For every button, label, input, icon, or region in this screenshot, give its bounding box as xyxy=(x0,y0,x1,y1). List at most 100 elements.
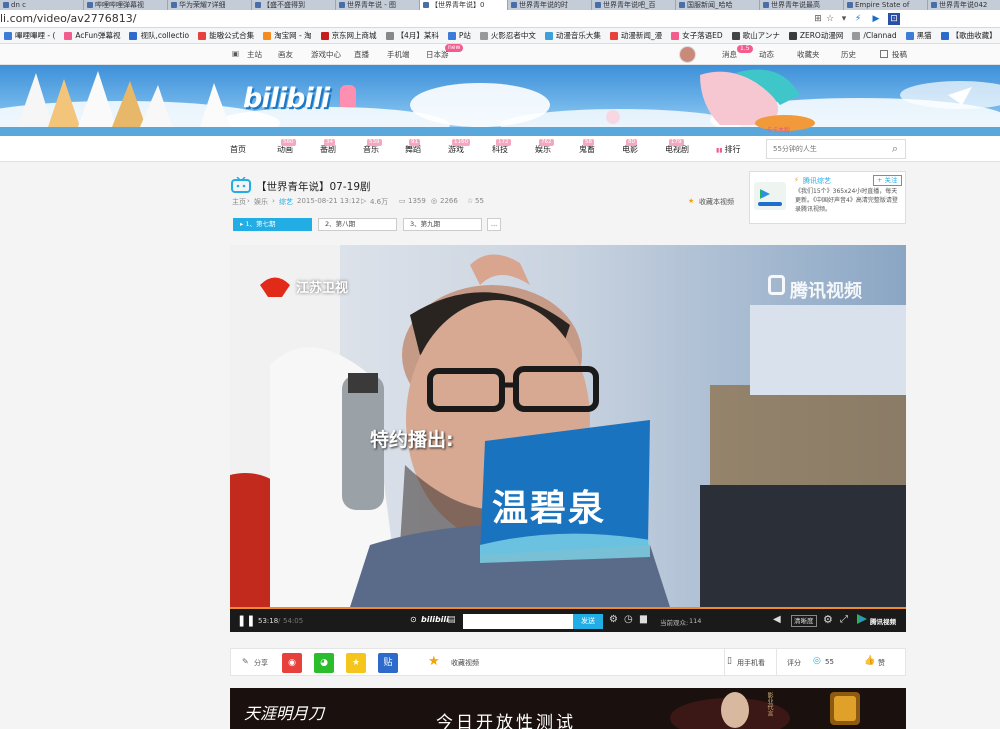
avatar[interactable] xyxy=(679,46,696,63)
wechat-share-button[interactable]: ◕ xyxy=(314,653,334,673)
send-button[interactable]: 发送 xyxy=(573,614,603,629)
main-nav-item[interactable]: 电视剧 179 xyxy=(665,139,689,155)
thumb-up-icon[interactable]: 👍 xyxy=(864,656,875,666)
main-nav-item[interactable]: 动画 560 xyxy=(277,139,296,155)
bookmark-item[interactable]: 火影忍者中文 xyxy=(476,30,541,41)
bookmark-item[interactable]: 【歌曲收藏】 xyxy=(937,30,1000,41)
main-nav-item[interactable]: 游戏 1160 xyxy=(448,139,470,155)
grid-icon[interactable]: ⊞ xyxy=(812,13,824,25)
like-button[interactable]: 赞 xyxy=(878,658,885,668)
collect-button[interactable]: 收藏视频 xyxy=(451,658,479,668)
topnav-item[interactable]: 游戏中心 xyxy=(311,49,341,60)
browser-tab[interactable]: 世界青年说的时 xyxy=(508,0,592,10)
episode-tab-2[interactable]: 2、第八期 xyxy=(318,218,397,231)
play-icon[interactable]: ▶ xyxy=(870,13,882,25)
topnav-upload[interactable]: 投稿 xyxy=(892,49,907,60)
coin-icon[interactable]: ◎ xyxy=(813,656,821,666)
volume-icon[interactable]: ◀ xyxy=(773,614,781,625)
bookmark-item[interactable]: 嗶哩嗶哩 - ( xyxy=(0,30,60,41)
breadcrumb-entertainment[interactable]: 娱乐 xyxy=(254,197,268,207)
bookmark-item[interactable]: 淘宝网 - 淘 xyxy=(259,30,316,41)
danmaku-style-icon[interactable]: ▤ xyxy=(447,615,456,625)
star-icon[interactable]: ☆ xyxy=(824,13,836,25)
bookmark-item[interactable]: 黑猫 xyxy=(902,30,937,41)
browser-tab[interactable]: 华为荣耀7详细 xyxy=(168,0,252,10)
bookmark-item[interactable]: P站 xyxy=(444,30,476,41)
bookmark-item[interactable]: 能嗷公式合集 xyxy=(194,30,259,41)
topnav-history[interactable]: 历史 xyxy=(841,49,856,60)
bottom-ad-banner[interactable]: 天涯明月刀 今日开放性测试 影业代言 xyxy=(230,688,906,729)
browser-tab[interactable]: 【世界青年说】0 xyxy=(420,0,508,10)
browser-tab[interactable]: 国服新闻_哈哈 xyxy=(676,0,760,10)
episode-more[interactable]: ... xyxy=(487,218,501,231)
quality-button[interactable]: 清晰度 xyxy=(791,615,817,627)
main-nav-item[interactable]: 番剧 34 xyxy=(320,139,336,155)
breadcrumb-variety[interactable]: 综艺 xyxy=(279,197,293,207)
tab-favicon xyxy=(679,2,685,8)
site-top-nav: ▣ 主站 画友 游戏中心 直播 手机端 日本游 new 消息 1.5 动态 收藏… xyxy=(0,44,1000,65)
tab-label: 世界青年说最高 xyxy=(771,1,820,9)
tieba-share-button[interactable]: 贴 xyxy=(378,653,398,673)
dropdown-icon[interactable]: ▾ xyxy=(838,13,850,25)
bookmark-item[interactable]: ZERO动漫网 xyxy=(785,30,849,41)
weibo-share-button[interactable]: ◉ xyxy=(282,653,302,673)
search-icon[interactable]: ⌕ xyxy=(892,142,898,156)
bilibili-logo[interactable]: bilibili xyxy=(243,83,330,114)
search-box: ⌕ xyxy=(766,139,906,159)
browser-tab[interactable]: Empire State of xyxy=(844,0,928,10)
progress-bar[interactable] xyxy=(230,607,896,609)
video-player[interactable]: 江苏卫视 腾讯视频 特约播出: 温碧泉 xyxy=(230,245,906,607)
browser-tab[interactable]: 世界青年说042 xyxy=(928,0,1000,10)
bookmark-item[interactable]: 【4月】某科 xyxy=(382,30,444,41)
danmaku-input[interactable] xyxy=(463,614,573,629)
main-nav-item[interactable]: 首页 xyxy=(230,144,246,155)
settings-icon[interactable]: ⚙ xyxy=(609,614,618,625)
promo-source[interactable]: 腾讯综艺 xyxy=(803,176,831,186)
player-settings-icon[interactable]: ⚙ xyxy=(823,613,833,626)
main-nav-item[interactable]: 娱乐 762 xyxy=(535,139,554,155)
topnav-dynamic[interactable]: 动态 xyxy=(759,49,774,60)
main-nav-item[interactable]: 舞蹈 91 xyxy=(405,139,421,155)
browser-tab[interactable]: 【盛不盛得到 xyxy=(252,0,336,10)
topnav-item[interactable]: 手机端 xyxy=(387,49,410,60)
collect-video-button[interactable]: 收藏本视频 xyxy=(699,197,734,207)
qzone-share-button[interactable]: ★ xyxy=(346,653,366,673)
main-nav-item[interactable]: 电影 80 xyxy=(622,139,638,155)
topnav-item[interactable]: 主站 xyxy=(247,49,262,60)
bookmark-item[interactable]: 视队,collectio xyxy=(125,30,194,41)
bookmark-item[interactable]: 歌山アンナ xyxy=(728,30,785,41)
bookmark-item[interactable]: 动漫新闻_漫 xyxy=(606,30,667,41)
fullscreen-icon[interactable]: ⤢ xyxy=(840,614,848,625)
bookmark-item[interactable]: 动漫音乐大集 xyxy=(541,30,606,41)
main-nav-item[interactable]: 音乐 539 xyxy=(363,139,382,155)
browser-tab[interactable]: 世界青年说最高 xyxy=(760,0,844,10)
main-nav-item[interactable]: 鬼畜 58 xyxy=(579,139,595,155)
bookmark-item[interactable]: 京东网上商城 xyxy=(317,30,382,41)
extension-icon[interactable]: ⊡ xyxy=(888,13,900,25)
bookmark-item[interactable]: AcFun弹幕视 xyxy=(60,30,125,41)
url-field[interactable]: li.com/video/av2776813/ xyxy=(0,12,137,26)
breadcrumb-home[interactable]: 主页 xyxy=(232,197,246,207)
flash-icon[interactable]: ⚡ xyxy=(852,13,864,25)
browser-tab[interactable]: 世界青年说 - 图 xyxy=(336,0,420,10)
browser-tab[interactable]: dn c xyxy=(0,0,84,10)
danmaku-toggle-icon[interactable]: ⊙ xyxy=(410,615,417,624)
pause-icon[interactable]: ❚❚ xyxy=(237,614,255,627)
main-nav-item[interactable]: 科技 172 xyxy=(492,139,511,155)
episode-tab-1[interactable]: ▸ 1、第七期 xyxy=(233,218,312,231)
topnav-item[interactable]: 直播 xyxy=(354,49,369,60)
browser-tab[interactable]: 世界青年说吧_百 xyxy=(592,0,676,10)
bookmark-item[interactable]: 女子落语ED xyxy=(667,30,728,41)
bookmark-item[interactable]: /Clannad xyxy=(848,31,901,40)
comment-icon[interactable]: ▆ xyxy=(640,614,647,624)
main-nav-item[interactable]: ▮▮ 排行 xyxy=(716,144,741,155)
topnav-item[interactable]: 画友 xyxy=(278,49,293,60)
search-input[interactable] xyxy=(767,140,877,158)
follow-button[interactable]: + 关注 xyxy=(873,175,902,186)
mobile-watch-button[interactable]: 用手机看 xyxy=(737,658,765,668)
browser-tab[interactable]: 哔哩哔哩弹幕视 xyxy=(84,0,168,10)
topnav-messages[interactable]: 消息 xyxy=(722,49,737,60)
topnav-favorites[interactable]: 收藏夹 xyxy=(797,49,820,60)
clock-icon[interactable]: ◷ xyxy=(624,614,633,625)
episode-tab-3[interactable]: 3、第九期 xyxy=(403,218,482,231)
